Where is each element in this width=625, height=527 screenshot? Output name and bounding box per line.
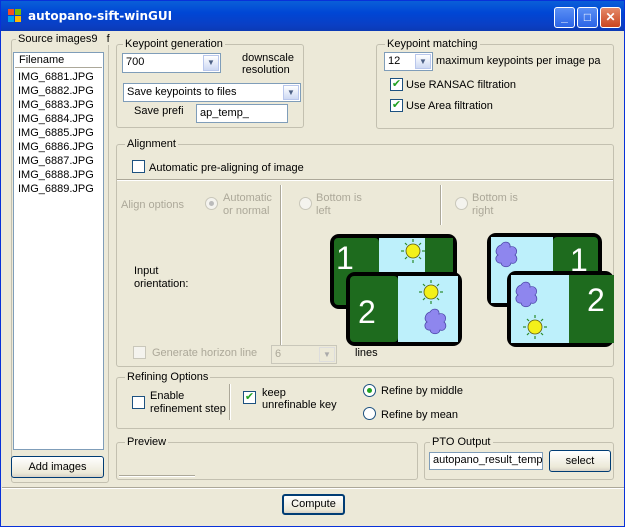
align-options-label: Align options (121, 199, 184, 211)
select-output-button[interactable]: select (549, 450, 611, 472)
file-list-item[interactable]: IMG_6881.JPG (18, 70, 94, 84)
source-images-title: Source images9 f (16, 33, 112, 45)
app-logo-icon (8, 9, 22, 22)
resolution-label: resolution (242, 64, 290, 76)
max-keypoints-label: maximum keypoints per image pa (436, 55, 601, 67)
file-list-item[interactable]: IMG_6883.JPG (18, 98, 94, 112)
horizon-lines-select[interactable]: 6 ▼ (271, 345, 337, 364)
close-icon: ✕ (605, 10, 616, 24)
image-card-2-left: 2 (346, 272, 462, 346)
auto-prealign-label: Automatic pre-aligning of image (149, 162, 304, 174)
chevron-down-icon: ▼ (319, 347, 335, 362)
alignment-divider (117, 179, 613, 181)
bottom-divider (2, 487, 624, 489)
source-files-list[interactable]: Filename IMG_6881.JPG IMG_6882.JPG IMG_688… (13, 52, 104, 450)
enable-refinement-label-1: Enable (150, 390, 185, 402)
checkmark-icon: ✔ (391, 78, 402, 90)
refine-by-middle-label: Refine by middle (381, 385, 463, 397)
generate-horizon-label: Generate horizon line (152, 347, 258, 359)
max-keypoints-value: 12 (388, 55, 401, 67)
preview-area (119, 475, 195, 477)
align-automatic-label-1: Automatic (223, 192, 272, 204)
bottom-right-radio[interactable] (455, 197, 468, 210)
keep-unrefinable-checkbox[interactable]: ✔ (243, 391, 256, 404)
chevron-down-icon: ▼ (203, 55, 219, 71)
input-orientation-label-2: orientation: (134, 278, 189, 290)
max-keypoints-select[interactable]: 12 ▼ (384, 52, 433, 71)
pto-output-title: PTO Output (430, 436, 493, 448)
keypoint-matching-title: Keypoint matching (385, 38, 480, 50)
maximize-button[interactable]: □ (577, 7, 598, 28)
file-list-item[interactable]: IMG_6886.JPG (18, 140, 94, 154)
compute-button[interactable]: Compute (282, 494, 345, 515)
file-list-item[interactable]: IMG_6885.JPG (18, 126, 94, 140)
file-list-item[interactable]: IMG_6888.JPG (18, 168, 94, 182)
bottom-left-radio[interactable] (299, 197, 312, 210)
file-list-item[interactable]: IMG_6882.JPG (18, 84, 94, 98)
filename-column-header[interactable]: Filename (15, 54, 102, 68)
save-prefix-input[interactable]: ap_temp_ (196, 104, 288, 123)
bottom-right-label-1: Bottom is (472, 192, 518, 204)
refining-options-title: Refining Options (125, 371, 211, 383)
minimize-button[interactable]: _ (554, 7, 575, 28)
pto-output-input[interactable]: autopano_result_temp (429, 452, 543, 470)
align-divider-left (280, 185, 282, 355)
close-button[interactable]: ✕ (600, 7, 621, 28)
horizon-lines-value: 6 (275, 348, 282, 360)
save-mode-value: Save keypoints to files (127, 86, 237, 98)
window-title: autopano-sift-winGUI (28, 9, 173, 23)
align-divider-right (440, 185, 442, 225)
checkmark-icon: ✔ (244, 391, 255, 403)
file-list-item[interactable]: IMG_6887.JPG (18, 154, 94, 168)
generate-horizon-checkbox[interactable] (133, 346, 146, 359)
chevron-down-icon: ▼ (415, 54, 431, 69)
chevron-down-icon: ▼ (283, 85, 299, 100)
minimize-icon: _ (561, 10, 568, 24)
resolution-select[interactable]: 700 ▼ (122, 53, 221, 73)
save-prefix-label: Save prefi (134, 105, 184, 117)
image-number-4: 2 (587, 282, 605, 318)
keep-unrefinable-label-2: unrefinable key (262, 399, 337, 411)
enable-refinement-label-2: refinement step (150, 403, 226, 415)
refine-by-mean-radio[interactable] (363, 407, 376, 420)
bottom-left-label-1: Bottom is (316, 192, 362, 204)
downscale-label: downscale (242, 52, 294, 64)
image-card-2-right: 2 (507, 271, 614, 347)
add-images-button[interactable]: Add images (11, 456, 104, 478)
area-filtration-label: Use Area filtration (406, 100, 493, 112)
align-automatic-label-2: or normal (223, 205, 270, 217)
input-orientation-label-1: Input (134, 265, 159, 277)
refining-divider (229, 384, 231, 420)
bottom-right-label-2: right (472, 205, 494, 217)
enable-refinement-checkbox[interactable] (132, 396, 145, 409)
file-list-item[interactable]: IMG_6884.JPG (18, 112, 94, 126)
keypoint-generation-title: Keypoint generation (123, 38, 225, 50)
keep-unrefinable-label-1: keep (262, 387, 286, 399)
ransac-checkbox[interactable]: ✔ (390, 78, 403, 91)
save-mode-select[interactable]: Save keypoints to files ▼ (123, 83, 301, 102)
horizon-lines-label: lines (355, 347, 378, 359)
resolution-value: 700 (126, 56, 145, 68)
align-automatic-radio[interactable] (205, 197, 218, 210)
ransac-label: Use RANSAC filtration (406, 79, 517, 91)
maximize-icon: □ (583, 10, 592, 24)
alignment-title: Alignment (125, 138, 178, 150)
image-number-2: 2 (358, 294, 376, 330)
preview-title: Preview (125, 436, 169, 448)
image-number-1: 1 (336, 240, 354, 276)
title-bar[interactable]: autopano-sift-winGUI _ □ ✕ (1, 1, 624, 31)
auto-prealign-checkbox[interactable] (132, 160, 145, 173)
file-list-item[interactable]: IMG_6889.JPG (18, 182, 94, 196)
checkmark-icon: ✔ (391, 99, 402, 111)
refine-by-mean-label: Refine by mean (381, 409, 459, 421)
app-window: autopano-sift-winGUI _ □ ✕ Source images… (0, 0, 625, 527)
orientation-illustration: 1 2 1 2 (330, 233, 614, 347)
area-filtration-checkbox[interactable]: ✔ (390, 99, 403, 112)
refine-by-middle-radio[interactable] (363, 384, 376, 397)
bottom-left-label-2: left (316, 205, 331, 217)
